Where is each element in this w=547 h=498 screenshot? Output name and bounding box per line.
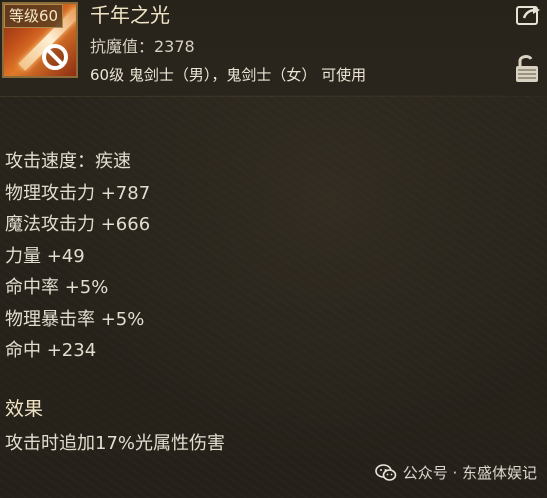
attribute-attack-speed: 攻击速度：疾速 (5, 151, 131, 172)
attribute-physical-attack: 物理攻击力 +787 (5, 182, 151, 204)
effect-description: 攻击时追加17%光属性伤害 (5, 433, 226, 454)
effect-title: 效果 (5, 398, 44, 420)
level-tag: 等级60 (4, 4, 64, 28)
share-icon[interactable] (516, 4, 542, 26)
attribute-hit-rate: 命中率 +5% (5, 277, 109, 298)
unlock-icon[interactable] (514, 52, 540, 84)
watermark: 公众号 · 东盛体娱记 (374, 462, 537, 484)
resist-value: 抗魔值：2378 (90, 37, 195, 56)
header-divider (0, 96, 547, 97)
attribute-strength: 力量 +49 (5, 245, 85, 267)
forbidden-icon (42, 44, 68, 70)
class-requirement: 60级 鬼剑士（男），鬼剑士（女） 可使用 (90, 66, 367, 84)
watermark-text: 公众号 · 东盛体娱记 (402, 464, 537, 482)
attribute-magic-attack: 魔法攻击力 +666 (5, 214, 151, 235)
tooltip-header: 等级60 千年之光 抗魔值：2378 60级 鬼剑士（男），鬼剑士（女） 可使用 (0, 0, 547, 95)
attribute-list: 攻击速度：疾速 物理攻击力 +787 魔法攻击力 +666 力量 +49 命中率… (5, 146, 150, 367)
item-tooltip: 等级60 千年之光 抗魔值：2378 60级 鬼剑士（男），鬼剑士（女） 可使用… (0, 0, 547, 498)
item-name: 千年之光 (90, 3, 170, 27)
wechat-icon (374, 464, 396, 481)
attribute-hit: 命中 +234 (5, 340, 97, 361)
attribute-crit-rate: 物理暴击率 +5% (5, 308, 145, 330)
item-icon[interactable]: 等级60 (2, 2, 78, 78)
